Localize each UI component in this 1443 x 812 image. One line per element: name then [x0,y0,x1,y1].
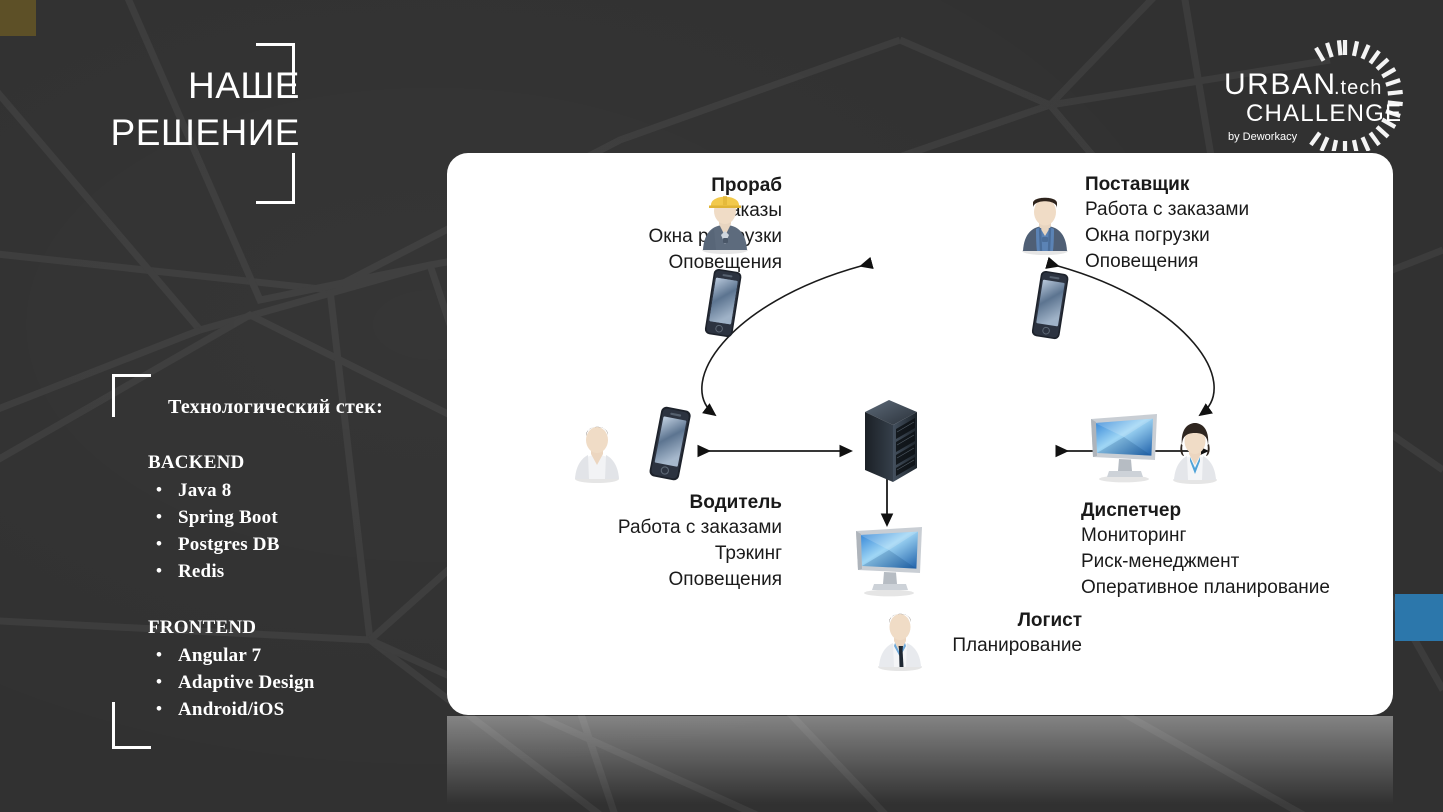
logo-byline-text: by Deworkacy [1228,131,1298,143]
role-line: Оповещения [1085,251,1199,272]
role-line: Оперативное планирование [1081,577,1330,598]
desktop-monitor-icon-logist [850,525,928,602]
list-item: Java 8 [148,476,442,504]
role-title-dispetcher: Диспетчер [1081,500,1182,521]
logo-urban-text: URBAN [1224,68,1337,101]
smartphone-icon-prorab [702,268,744,345]
driver-avatar-icon [569,417,625,488]
suit-avatar-icon [872,605,928,676]
female-avatar-icon [1167,418,1223,489]
list-item: Adaptive Design [148,668,442,696]
tech-stack-panel: Технологический стек: BACKEND Java 8 Spr… [112,374,442,723]
group-heading-frontend: FRONTEND [148,617,257,638]
page-title: НАШЕ РЕШЕНИЕ [0,62,300,156]
tech-stack-group-frontend: FRONTEND Angular 7 Adaptive Design Andro… [148,617,442,723]
desktop-monitor-icon-dispetcher [1085,411,1163,488]
title-bracket-bottom-right [256,153,295,204]
role-line: Работа с заказами [617,517,782,538]
role-title-postavshik: Поставщик [1085,174,1190,195]
role-block-dispetcher: Диспетчер Мониторинг Риск-менеджмент Опе… [1081,498,1393,601]
smartphone-icon-postavshik [1029,270,1071,347]
group-heading-backend: BACKEND [148,452,245,473]
gold-accent-tile [0,0,36,36]
blue-accent-bar [1395,594,1443,641]
list-item: Android/iOS [148,695,442,723]
backend-list: Java 8 Spring Boot Postgres DB Redis [148,476,442,585]
role-block-voditel: Водитель Работа с заказами Трэкинг Опове… [502,490,782,593]
role-line: Окна погрузки [1085,225,1210,246]
solution-diagram-card: Прораб Заказы Окна разгрузки Оповещения [447,153,1393,715]
tech-stack-group-backend: BACKEND Java 8 Spring Boot Postgres DB R… [148,452,442,585]
urban-tech-challenge-logo: URBAN .tech CHALLENGE by Deworkacy [1218,36,1418,151]
page-title-line-1: НАШЕ [188,65,300,106]
role-line: Мониторинг [1081,525,1187,546]
role-block-postavshik: Поставщик Работа с заказами Окна погрузк… [1085,172,1393,275]
logo-challenge-text: CHALLENGE [1246,100,1402,127]
list-item: Redis [148,557,442,585]
title-bracket-top-right [256,43,295,94]
list-item: Angular 7 [148,641,442,669]
page-title-line-2: РЕШЕНИЕ [110,112,300,153]
worker-overalls-avatar-icon [1017,187,1073,260]
role-line: Оповещения [668,569,782,590]
logo-tech-text: .tech [1334,77,1382,99]
role-line: Работа с заказами [1085,199,1250,220]
list-item: Spring Boot [148,503,442,531]
role-line: Риск-менеджмент [1081,551,1240,572]
server-rack-icon [855,398,921,489]
card-reflection: Логист Планирование [447,716,1393,812]
role-line: Трэкинг [714,543,782,564]
list-item: Postgres DB [148,530,442,558]
tech-stack-title: Технологический стек: [168,396,384,418]
worker-hardhat-avatar-icon [697,186,753,259]
smartphone-icon-voditel [647,405,693,488]
role-title-voditel: Водитель [689,492,782,513]
slide-canvas: НАШЕ РЕШЕНИЕ URBAN .tech CHALLENGE by De… [0,0,1443,812]
frontend-list: Angular 7 Adaptive Design Android/iOS [148,641,442,723]
